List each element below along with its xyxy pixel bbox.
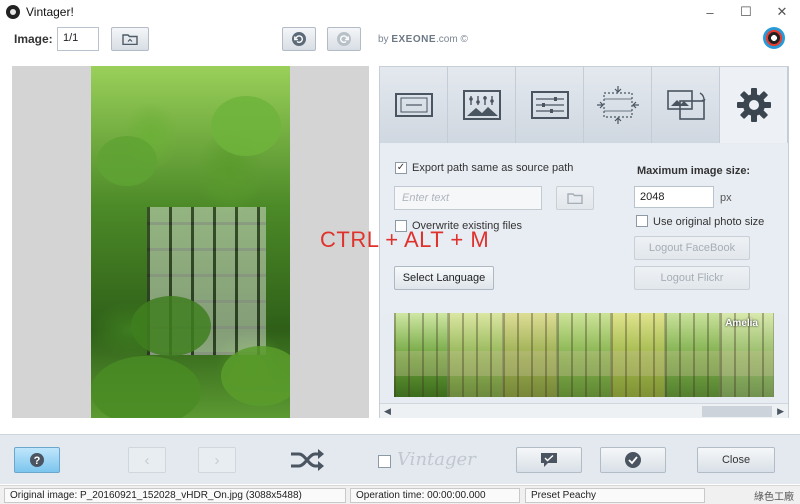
chevron-left-icon: ‹	[144, 451, 150, 469]
top-toolbar: Image: 1/1 by EXEONE.com ©	[0, 24, 800, 56]
title-bar: Vintager! – ☐ ✕	[0, 0, 800, 24]
sliders-icon	[530, 91, 569, 119]
export-same-path-checkbox[interactable]: ✓	[395, 162, 407, 174]
apply-button[interactable]	[600, 447, 666, 473]
help-icon: ?	[30, 453, 44, 467]
scroll-right-arrow-icon[interactable]: ▶	[777, 406, 784, 417]
brand-credit: by EXEONE.com ©	[378, 34, 468, 45]
rotate-photo-icon	[666, 90, 706, 120]
scroll-left-arrow-icon[interactable]: ◀	[384, 406, 391, 417]
status-preset: Preset Peachy	[525, 488, 705, 503]
status-original-image: Original image: P_20160921_152028_vHDR_O…	[4, 488, 346, 503]
frame-icon	[394, 93, 433, 117]
use-original-size-checkbox[interactable]	[636, 215, 648, 227]
preset-thumbnail[interactable]	[394, 313, 449, 397]
browse-path-button[interactable]	[556, 186, 594, 210]
undo-button[interactable]	[282, 27, 316, 51]
shuffle-icon	[291, 449, 324, 471]
export-path-input[interactable]: Enter text	[394, 186, 542, 210]
vintager-logo-text: Vintager	[397, 449, 476, 470]
redo-button[interactable]	[327, 27, 361, 51]
preset-thumbnail[interactable]	[665, 313, 720, 397]
select-language-button[interactable]: Select Language	[394, 266, 494, 290]
maximize-button[interactable]: ☐	[728, 0, 764, 24]
tab-rotate[interactable]	[652, 67, 720, 143]
previous-button[interactable]: ‹	[128, 447, 166, 473]
preview-photo	[91, 66, 290, 418]
check-circle-icon	[625, 452, 641, 468]
logout-flickr-button[interactable]: Logout Flickr	[634, 266, 750, 290]
preset-thumbnail[interactable]	[448, 313, 503, 397]
close-window-button[interactable]: ✕	[764, 0, 800, 24]
status-bar: Original image: P_20160921_152028_vHDR_O…	[0, 485, 800, 504]
tab-adjustments[interactable]	[516, 67, 584, 143]
redo-icon	[337, 32, 351, 46]
scrollbar-thumb[interactable]	[702, 406, 772, 417]
undo-icon	[292, 32, 306, 46]
preset-thumbnail[interactable]	[556, 313, 612, 397]
folder-icon	[122, 34, 138, 45]
tab-frames[interactable]	[380, 67, 448, 143]
preset-thumbnail[interactable]	[611, 313, 666, 397]
open-folder-button[interactable]	[111, 27, 149, 51]
chevron-right-icon: ›	[214, 451, 220, 469]
preset-scrollbar[interactable]: ◀ ▶	[380, 403, 788, 418]
logout-facebook-button[interactable]: Logout FaceBook	[634, 236, 750, 260]
preset-name-label: Amelia	[725, 318, 758, 329]
max-image-size-label: Maximum image size:	[637, 165, 751, 177]
status-operation-time: Operation time: 00:00:00.000	[350, 488, 520, 503]
app-logo-icon	[6, 5, 20, 19]
tab-levels[interactable]	[448, 67, 516, 143]
watermark-text: 綠色工廠	[754, 492, 794, 503]
gear-icon	[736, 88, 771, 122]
feature-tabs	[380, 67, 788, 143]
comment-icon	[541, 453, 557, 467]
window-controls: – ☐ ✕	[692, 0, 800, 24]
folder-icon	[567, 193, 583, 204]
svg-text:?: ?	[34, 455, 41, 467]
app-badge-icon[interactable]	[763, 27, 785, 49]
image-label: Image:	[14, 32, 53, 46]
max-image-size-input[interactable]: 2048	[634, 186, 714, 208]
close-button[interactable]: Close	[697, 447, 775, 473]
minimize-button[interactable]: –	[692, 0, 728, 24]
photo-levels-icon	[462, 90, 501, 120]
use-original-size-label: Use original photo size	[653, 216, 765, 228]
help-button[interactable]: ?	[14, 447, 60, 473]
shortcut-overlay-text: CTRL + ALT + M	[320, 227, 490, 252]
tab-crop-resize[interactable]	[584, 67, 652, 143]
image-preview-area	[12, 66, 369, 418]
shuffle-button[interactable]	[289, 447, 327, 476]
next-button[interactable]: ›	[198, 447, 236, 473]
window-title: Vintager!	[26, 5, 74, 19]
preset-thumbnail[interactable]	[502, 313, 557, 397]
preset-strip[interactable]: Amelia	[394, 313, 774, 397]
bottom-action-bar: ? ‹ › Vintager Close	[0, 434, 800, 484]
comment-button[interactable]	[516, 447, 582, 473]
tab-settings[interactable]	[720, 67, 788, 143]
image-index-field[interactable]: 1/1	[57, 27, 99, 51]
max-image-size-unit: px	[720, 192, 732, 204]
brand-name: EXEONE	[391, 34, 437, 45]
export-same-path-label: Export path same as source path	[412, 162, 574, 174]
vintager-watermark-checkbox[interactable]	[378, 455, 391, 468]
crop-resize-icon	[596, 86, 639, 124]
